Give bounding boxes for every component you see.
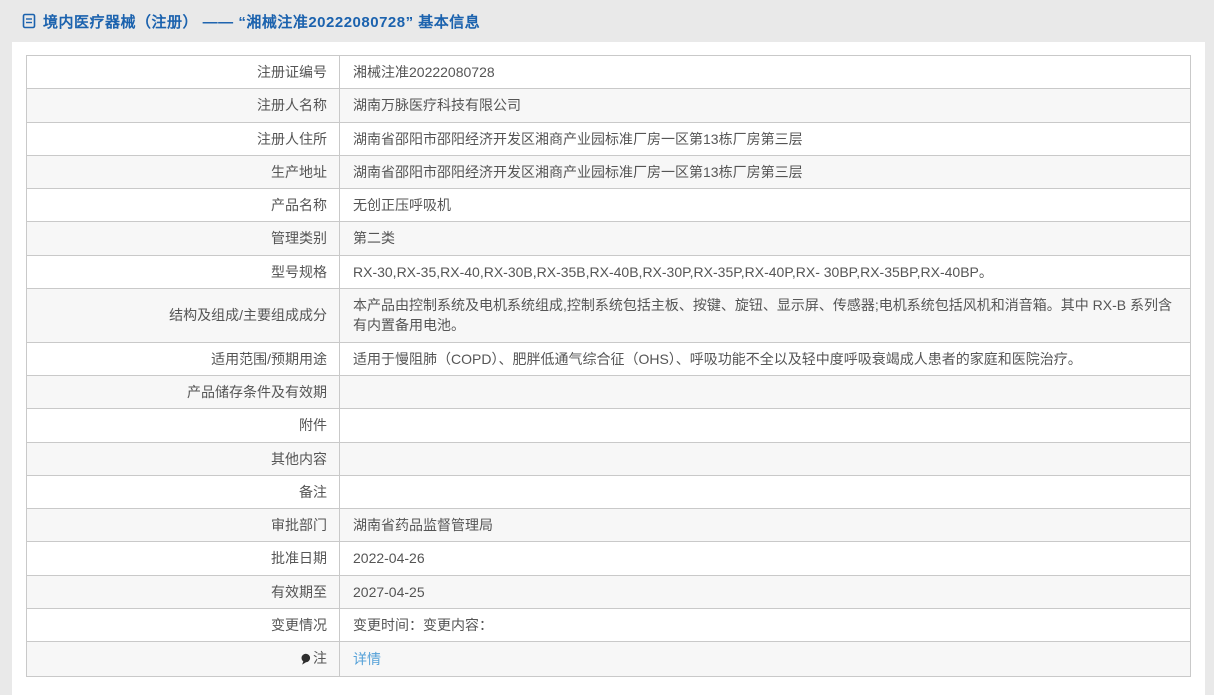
row-value: RX-30,RX-35,RX-40,RX-30B,RX-35B,RX-40B,R… — [339, 254, 1191, 290]
table-row: 注册人住所 湖南省邵阳市邵阳经济开发区湘商产业园标准厂房一区第13栋厂房第三层 — [26, 121, 1191, 156]
row-label: 附件 — [26, 408, 340, 443]
row-label: 结构及组成/主要组成成分 — [26, 288, 340, 343]
row-value: 2022-04-26 — [339, 541, 1191, 576]
row-label: 有效期至 — [26, 574, 340, 610]
row-label: 生产地址 — [26, 154, 340, 190]
registration-info-table: 注册证编号 湘械注准20222080728 注册人名称 湖南万脉医疗科技有限公司… — [26, 54, 1191, 678]
table-row: 变更情况 变更时间：变更内容： — [26, 608, 1191, 643]
row-value — [339, 408, 1191, 443]
row-label: 注册证编号 — [26, 54, 340, 90]
table-row: 生产地址 湖南省邵阳市邵阳经济开发区湘商产业园标准厂房一区第13栋厂房第三层 — [26, 154, 1191, 190]
table-row: 产品储存条件及有效期 — [26, 374, 1191, 410]
row-value: 第二类 — [339, 221, 1191, 256]
table-row: 其他内容 — [26, 441, 1191, 476]
table-row: 批准日期 2022-04-26 — [26, 541, 1191, 576]
row-label: 适用范围/预期用途 — [26, 341, 340, 376]
row-value: 本产品由控制系统及电机系统组成,控制系统包括主板、按键、旋钮、显示屏、传感器;电… — [339, 288, 1191, 343]
table-row: 管理类别 第二类 — [26, 221, 1191, 256]
row-value: 湖南省药品监督管理局 — [339, 508, 1191, 543]
table-row: 型号规格 RX-30,RX-35,RX-40,RX-30B,RX-35B,RX-… — [26, 254, 1191, 290]
row-value — [339, 374, 1191, 410]
row-label: 变更情况 — [26, 608, 340, 643]
table-row: 注册人名称 湖南万脉医疗科技有限公司 — [26, 88, 1191, 123]
table-row: 附件 — [26, 408, 1191, 443]
table-row: 有效期至 2027-04-25 — [26, 574, 1191, 610]
page-header: 境内医疗器械（注册） —— “湘械注准20222080728” 基本信息 — [0, 0, 1214, 42]
row-label: 管理类别 — [26, 221, 340, 256]
page-title: 境内医疗器械（注册） —— “湘械注准20222080728” 基本信息 — [43, 13, 481, 31]
row-value — [339, 441, 1191, 476]
table-row: 注册证编号 湘械注准20222080728 — [26, 54, 1191, 90]
row-label: 批准日期 — [26, 541, 340, 576]
table-row-note: 注 详情 — [26, 641, 1191, 678]
row-value: 无创正压呼吸机 — [339, 188, 1191, 223]
row-value: 2027-04-25 — [339, 574, 1191, 610]
content-card: 注册证编号 湘械注准20222080728 注册人名称 湖南万脉医疗科技有限公司… — [12, 42, 1205, 695]
row-label: 型号规格 — [26, 254, 340, 290]
row-value: 湖南万脉医疗科技有限公司 — [339, 88, 1191, 123]
row-value: 湖南省邵阳市邵阳经济开发区湘商产业园标准厂房一区第13栋厂房第三层 — [339, 154, 1191, 190]
document-icon — [22, 13, 36, 29]
row-value: 变更时间：变更内容： — [339, 608, 1191, 643]
table-row: 结构及组成/主要组成成分 本产品由控制系统及电机系统组成,控制系统包括主板、按键… — [26, 288, 1191, 343]
table-row: 审批部门 湖南省药品监督管理局 — [26, 508, 1191, 543]
row-value: 湘械注准20222080728 — [339, 54, 1191, 90]
row-label: 其他内容 — [26, 441, 340, 476]
table-row: 适用范围/预期用途 适用于慢阻肺（COPD）、肥胖低通气综合征（OHS）、呼吸功… — [26, 341, 1191, 376]
row-label: 产品储存条件及有效期 — [26, 374, 340, 410]
row-label: 备注 — [26, 474, 340, 510]
note-bulb-icon — [300, 653, 311, 666]
row-value: 适用于慢阻肺（COPD）、肥胖低通气综合征（OHS）、呼吸功能不全以及轻中度呼吸… — [339, 341, 1191, 376]
row-label: 注册人名称 — [26, 88, 340, 123]
row-label: 审批部门 — [26, 508, 340, 543]
row-label: 产品名称 — [26, 188, 340, 223]
table-row: 产品名称 无创正压呼吸机 — [26, 188, 1191, 223]
row-label: 注册人住所 — [26, 121, 340, 156]
table-row: 备注 — [26, 474, 1191, 510]
row-value — [339, 474, 1191, 510]
details-link[interactable]: 详情 — [353, 651, 381, 667]
note-label-text: 注 — [313, 650, 327, 667]
row-label: 注 — [26, 641, 340, 678]
row-value: 详情 — [339, 641, 1191, 678]
row-value: 湖南省邵阳市邵阳经济开发区湘商产业园标准厂房一区第13栋厂房第三层 — [339, 121, 1191, 156]
